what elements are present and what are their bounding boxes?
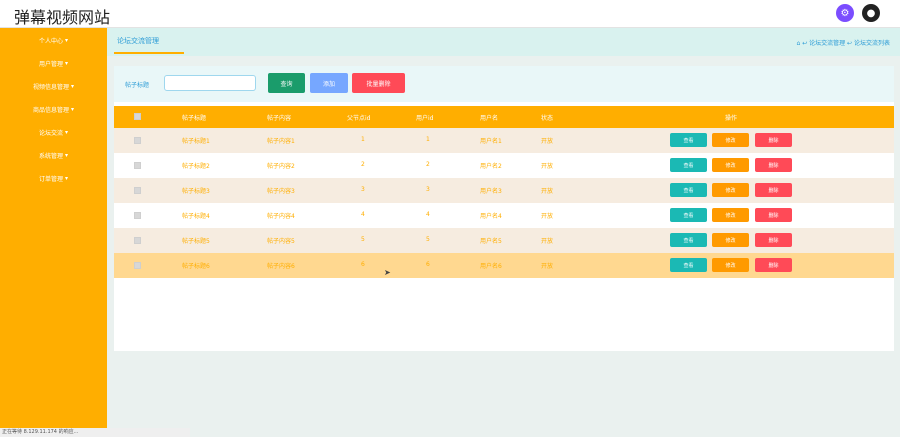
edit-button[interactable]: 修改 xyxy=(712,208,749,222)
header-parent-id: 父节点id xyxy=(347,115,371,122)
header-content: 帖子内容 xyxy=(267,115,292,122)
sidebar-item-forum[interactable]: 论坛交流 ▾ xyxy=(0,121,107,143)
view-button[interactable]: 查看 xyxy=(670,133,707,147)
edit-button[interactable]: 修改 xyxy=(712,258,749,272)
checkbox-icon[interactable] xyxy=(134,212,141,219)
breadcrumb-bar: 论坛交流管理 ⌂ ↩ 论坛交流管理 ↩ 论坛交流列表 xyxy=(107,28,900,56)
checkbox-icon[interactable] xyxy=(134,137,141,144)
search-input[interactable] xyxy=(164,75,256,91)
search-panel: 帖子标题 查询 添加 批量删除 xyxy=(114,66,894,102)
breadcrumb[interactable]: ⌂ ↩ 论坛交流管理 ↩ 论坛交流列表 xyxy=(797,38,891,47)
checkbox-icon[interactable] xyxy=(134,237,141,244)
table-header: 帖子标题 帖子内容 父节点id 用户id 用户名 状态 操作 xyxy=(114,106,894,128)
table-row: 帖子标题4 帖子内容4 4 4 用户名4 开放 查看 修改 删除 xyxy=(114,203,894,228)
add-button[interactable]: 添加 xyxy=(310,73,348,93)
sidebar-item-products[interactable]: 商品信息管理 ▾ xyxy=(0,98,107,120)
checkbox-icon[interactable] xyxy=(134,113,141,120)
sidebar-item-users[interactable]: 用户管理 ▾ xyxy=(0,52,107,74)
chevron-down-icon: ▾ xyxy=(71,82,75,90)
sidebar-item-system[interactable]: 系统管理 ▾ xyxy=(0,144,107,166)
table-row: 帖子标题5 帖子内容5 5 5 用户名5 开放 查看 修改 删除 xyxy=(114,228,894,253)
chevron-down-icon: ▾ xyxy=(65,36,69,44)
view-button[interactable]: 查看 xyxy=(670,158,707,172)
tab-underline xyxy=(114,52,184,54)
search-label: 帖子标题 xyxy=(125,82,150,89)
search-button[interactable]: 查询 xyxy=(268,73,305,93)
delete-button[interactable]: 删除 xyxy=(755,183,792,197)
edit-button[interactable]: 修改 xyxy=(712,233,749,247)
checkbox-icon[interactable] xyxy=(134,187,141,194)
view-button[interactable]: 查看 xyxy=(670,183,707,197)
edit-button[interactable]: 修改 xyxy=(712,183,749,197)
header-actions: 操作 xyxy=(725,115,738,122)
app-title: 弹幕视频网站 xyxy=(14,8,111,27)
sidebar-item-videos[interactable]: 视频信息管理 ▾ xyxy=(0,75,107,97)
delete-button[interactable]: 删除 xyxy=(755,158,792,172)
header-user-id: 用户id xyxy=(416,115,434,122)
delete-button[interactable]: 删除 xyxy=(755,208,792,222)
delete-button[interactable]: 删除 xyxy=(755,233,792,247)
view-button[interactable]: 查看 xyxy=(670,233,707,247)
table-row: 帖子标题1 帖子内容1 1 1 用户名1 开放 查看 修改 删除 xyxy=(114,128,894,153)
edit-button[interactable]: 修改 xyxy=(712,158,749,172)
sidebar-item-personal[interactable]: 个人中心 ▾ xyxy=(0,29,107,51)
main-content: 论坛交流管理 ⌂ ↩ 论坛交流管理 ↩ 论坛交流列表 帖子标题 查询 添加 批量… xyxy=(107,28,900,437)
delete-button[interactable]: 删除 xyxy=(755,133,792,147)
chevron-down-icon: ▾ xyxy=(71,105,75,113)
view-button[interactable]: 查看 xyxy=(670,258,707,272)
table-row: 帖子标题3 帖子内容3 3 3 用户名3 开放 查看 修改 删除 xyxy=(114,178,894,203)
chevron-down-icon: ▾ xyxy=(65,151,69,159)
table-row: 帖子标题2 帖子内容2 2 2 用户名2 开放 查看 修改 删除 xyxy=(114,153,894,178)
browser-status-bar: 正在等待 8.129.11.174 的响应... xyxy=(0,428,190,437)
page-title: 论坛交流管理 xyxy=(117,37,159,45)
view-button[interactable]: 查看 xyxy=(670,208,707,222)
delete-button[interactable]: 删除 xyxy=(755,258,792,272)
settings-icon[interactable]: ⚙ xyxy=(836,4,854,22)
header-status: 状态 xyxy=(541,115,554,122)
checkbox-icon[interactable] xyxy=(134,162,141,169)
checkbox-icon[interactable] xyxy=(134,262,141,269)
user-icon[interactable]: ● xyxy=(862,4,880,22)
table-row: 帖子标题6 帖子内容6 6 6 用户名6 开放 查看 修改 删除 xyxy=(114,253,894,278)
header-title: 帖子标题 xyxy=(182,115,207,122)
batch-delete-button[interactable]: 批量删除 xyxy=(352,73,405,93)
header-username: 用户名 xyxy=(480,115,499,122)
edit-button[interactable]: 修改 xyxy=(712,133,749,147)
chevron-down-icon: ▾ xyxy=(65,59,69,67)
mouse-cursor-icon: ➤ xyxy=(384,268,391,277)
sidebar-item-orders[interactable]: 订单管理 ▾ xyxy=(0,167,107,189)
chevron-down-icon: ▾ xyxy=(65,128,69,136)
top-header: 弹幕视频网站 ⚙ ● xyxy=(0,0,900,28)
chevron-down-icon: ▾ xyxy=(65,174,69,182)
sidebar: 个人中心 ▾ 用户管理 ▾ 视频信息管理 ▾ 商品信息管理 ▾ 论坛交流 ▾ 系统管理 ▾ … xyxy=(0,28,107,428)
